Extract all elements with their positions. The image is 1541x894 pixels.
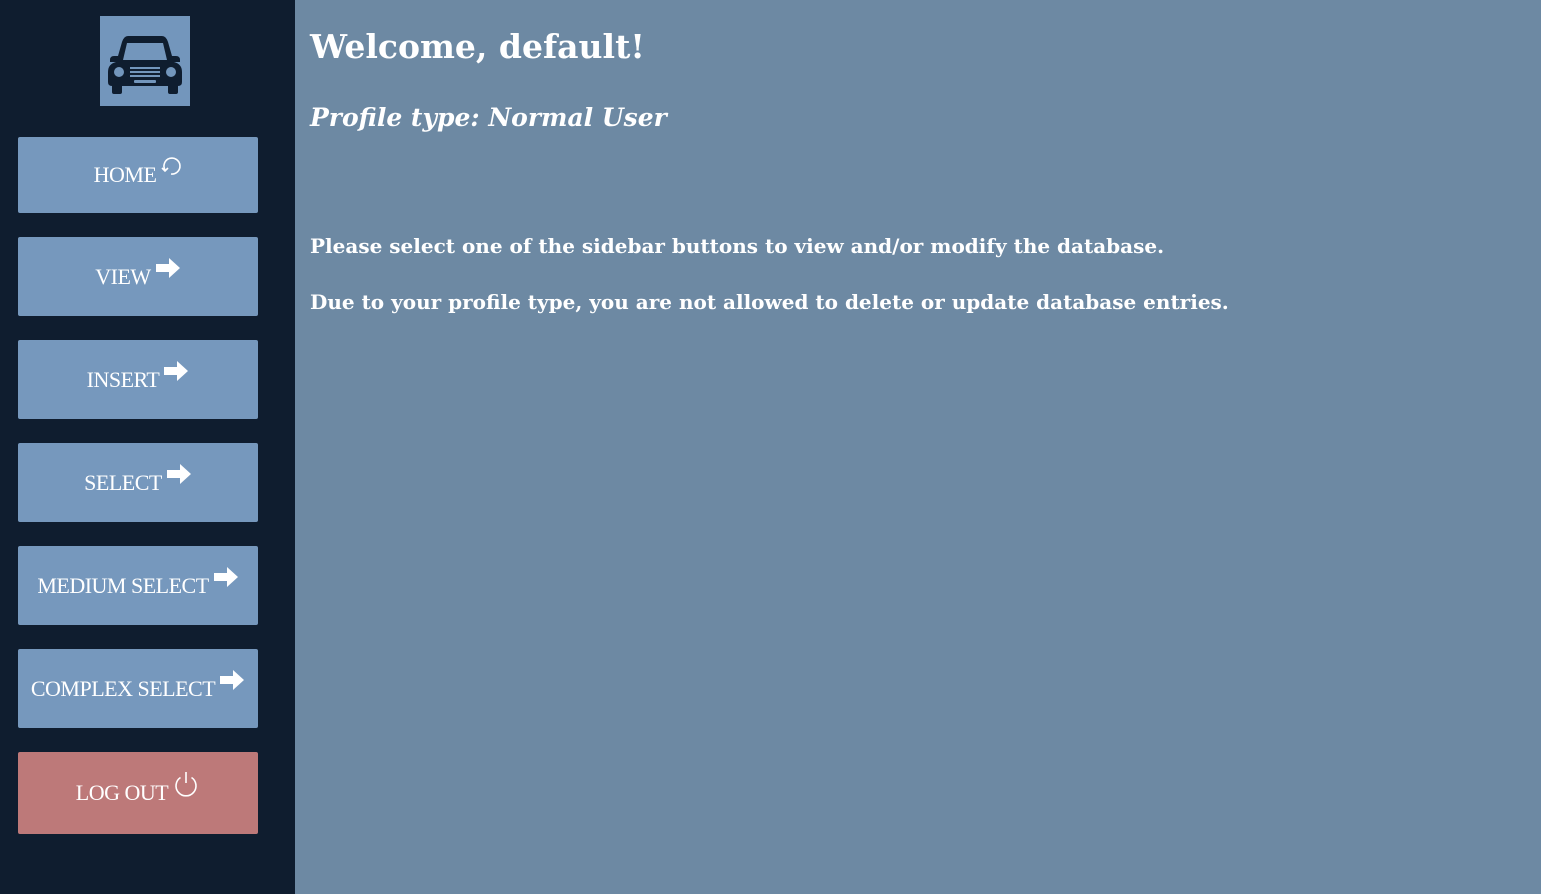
instruction-message: Please select one of the sidebar buttons… (310, 234, 1165, 258)
sidebar-item-complex-select[interactable]: COMPLEX SELECT (18, 649, 258, 728)
sidebar-item-home[interactable]: HOME (18, 137, 258, 213)
arrow-right-icon (155, 257, 181, 285)
arrow-right-icon (219, 669, 245, 697)
sidebar-item-view[interactable]: VIEW (18, 237, 258, 316)
arrow-right-icon (213, 566, 239, 594)
car-icon (108, 36, 182, 94)
sidebar-item-label: SELECT (84, 469, 162, 495)
sidebar-item-label: COMPLEX SELECT (30, 675, 216, 701)
profile-type: Profile type: Normal User (310, 103, 667, 132)
refresh-icon (160, 155, 182, 183)
sidebar: HOME VIEW INSERT SELECT MEDIUM SELECT CO… (0, 0, 295, 894)
logout-label: LOG OUT (75, 780, 169, 805)
sidebar-item-label: MEDIUM SELECT (37, 572, 209, 598)
sidebar-item-label: VIEW (95, 263, 151, 289)
arrow-right-icon (163, 360, 189, 388)
sidebar-item-select[interactable]: SELECT (18, 443, 258, 522)
sidebar-item-insert[interactable]: INSERT (18, 340, 258, 419)
page-title: Welcome, default! (310, 27, 645, 66)
arrow-right-icon (166, 463, 192, 491)
app-window: HOME VIEW INSERT SELECT MEDIUM SELECT CO… (0, 0, 1541, 894)
sidebar-item-medium-select[interactable]: MEDIUM SELECT (18, 546, 258, 625)
sidebar-item-label: INSERT (86, 366, 160, 392)
logo (100, 16, 190, 106)
logout-button[interactable]: LOG OUT (18, 752, 258, 834)
sidebar-item-label: HOME (93, 162, 157, 187)
permission-message: Due to your profile type, you are not al… (310, 290, 1229, 314)
power-icon (172, 770, 200, 804)
